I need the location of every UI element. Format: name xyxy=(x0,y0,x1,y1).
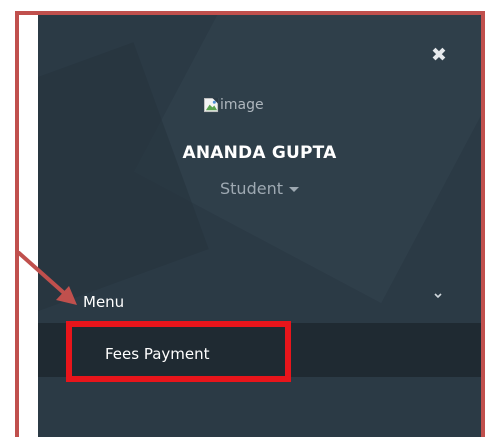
annotation-highlight-box xyxy=(66,321,291,382)
screenshot-stage: ✖ image ANANDA GUPTA Student Menu Fees P… xyxy=(0,0,502,437)
